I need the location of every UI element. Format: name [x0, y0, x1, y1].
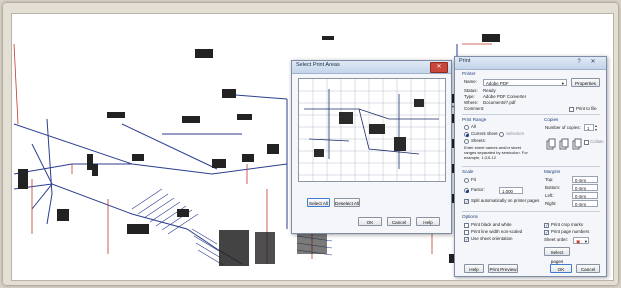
deselect-all-button[interactable]: Deselect All: [334, 198, 360, 207]
use-sheet-orientation-checkbox[interactable]: ✓: [464, 237, 469, 242]
select-print-areas-titlebar[interactable]: Select Print Areas ✕: [292, 61, 451, 74]
screenshot-frame: Select Print Areas ✕ Select All Deselect…: [3, 3, 618, 285]
spinner-icon[interactable]: ▴ ▾: [595, 124, 597, 132]
factor-input[interactable]: 1.000: [499, 187, 523, 194]
printer-name-label: Name:: [464, 79, 477, 84]
divider: [462, 114, 600, 115]
print-titlebar[interactable]: Print ? ✕: [455, 57, 606, 70]
collate-graphic: [546, 138, 582, 150]
sheet-order-label: Sheet order:: [544, 237, 569, 242]
use-sheet-orientation-label: Use sheet orientation: [471, 236, 513, 241]
properties-button[interactable]: Properties: [571, 78, 600, 87]
chevron-down-icon: ▾: [584, 239, 587, 244]
print-line-width-checkbox[interactable]: [464, 230, 469, 235]
split-automatically-checkbox[interactable]: ✓: [464, 199, 469, 204]
print-page-numbers-label: Print page numbers: [551, 229, 590, 234]
print-line-width-label: Print line width non-scaled: [471, 229, 523, 234]
current-sheet-radio[interactable]: [464, 132, 469, 137]
selection-radio[interactable]: [499, 132, 504, 137]
close-icon[interactable]: ✕: [588, 58, 598, 67]
print-title: Print: [459, 58, 471, 64]
collate-label: Collate: [590, 139, 604, 144]
sheet-order-select[interactable]: ▣ ▾: [573, 237, 589, 244]
sheets-radio[interactable]: [464, 139, 469, 144]
comment-label: Comment:: [464, 106, 485, 111]
printer-section-header: Printer: [462, 71, 476, 76]
where-value: Documents\*.pdf: [483, 100, 516, 105]
print-black-white-checkbox[interactable]: [464, 223, 469, 228]
scale-section-header: Scale: [462, 169, 474, 174]
right-margin-input[interactable]: 0 mm: [572, 200, 598, 207]
print-range-section-header: Print Range: [462, 117, 487, 122]
printer-name-value: Adobe PDF: [486, 81, 509, 86]
print-to-file-checkbox[interactable]: [569, 107, 574, 112]
select-pages-button[interactable]: Select pages: [544, 247, 570, 264]
print-crop-marks-label: Print crop marks: [551, 222, 583, 227]
print-area-grid: [299, 79, 445, 181]
drawing-canvas[interactable]: Select Print Areas ✕ Select All Deselect…: [11, 13, 614, 281]
select-print-areas-ok-button[interactable]: OK: [358, 217, 382, 226]
selection-label: Selection: [506, 131, 525, 136]
select-print-areas-title: Select Print Areas: [296, 62, 340, 68]
options-section-header: Options: [462, 214, 478, 219]
print-page-numbers-checkbox[interactable]: ✓: [544, 230, 549, 235]
divider: [462, 166, 600, 167]
print-cancel-button[interactable]: Cancel: [576, 264, 600, 273]
select-print-areas-cancel-button[interactable]: Cancel: [387, 217, 411, 226]
divider: [462, 211, 600, 212]
help-icon[interactable]: ?: [574, 58, 584, 67]
current-sheet-label: Current sheet: [471, 131, 498, 136]
factor-label: Factor:: [471, 187, 485, 192]
sheets-label: Sheets:: [471, 138, 486, 143]
print-area-preview[interactable]: [298, 78, 446, 182]
select-print-areas-close-button[interactable]: ✕: [430, 62, 448, 73]
collate-pages-icon: [546, 137, 584, 150]
all-label: All: [471, 124, 476, 129]
sheets-hint: Enter sheet names and/or sheet ranges se…: [464, 145, 528, 160]
select-print-areas-help-button[interactable]: Help: [416, 217, 440, 226]
print-black-white-label: Print black and white: [471, 222, 512, 227]
factor-radio[interactable]: [464, 188, 469, 193]
printer-name-select[interactable]: Adobe PDF ▾: [483, 79, 567, 86]
margins-section-header: Margins: [544, 169, 561, 174]
chevron-down-icon: ▾: [561, 81, 564, 86]
top-margin-label: Top:: [545, 177, 554, 182]
left-margin-label: Left:: [545, 193, 554, 198]
print-help-button[interactable]: Help: [464, 264, 484, 273]
sheet-order-icon: ▣: [576, 239, 581, 244]
select-print-areas-dialog: Select Print Areas ✕ Select All Deselect…: [291, 60, 452, 234]
split-automatically-label: Split automatically on printer pages: [471, 198, 540, 203]
fit-radio[interactable]: [464, 178, 469, 183]
print-dialog: Print ? ✕ Printer Name: Adobe PDF ▾ Prop…: [454, 56, 607, 277]
print-to-file-label: Print to file: [576, 106, 597, 111]
left-margin-input[interactable]: 0 mm: [572, 192, 598, 199]
print-crop-marks-checkbox[interactable]: ✓: [544, 223, 549, 228]
all-radio[interactable]: [464, 125, 469, 130]
print-ok-button[interactable]: OK: [550, 264, 572, 273]
print-preview-button[interactable]: Print Preview: [488, 264, 518, 273]
bottom-margin-input[interactable]: 0 mm: [572, 184, 598, 191]
fit-label: Fit: [471, 177, 476, 182]
number-of-copies-label: Number of copies:: [545, 125, 581, 130]
bottom-margin-label: Bottom:: [545, 185, 561, 190]
collate-checkbox[interactable]: [584, 140, 589, 145]
right-margin-label: Right:: [545, 201, 557, 206]
select-all-button[interactable]: Select All: [307, 198, 330, 207]
top-margin-input[interactable]: 0 mm: [572, 176, 598, 183]
copies-section-header: Copies: [544, 117, 559, 122]
number-of-copies-input[interactable]: 1: [584, 124, 594, 131]
